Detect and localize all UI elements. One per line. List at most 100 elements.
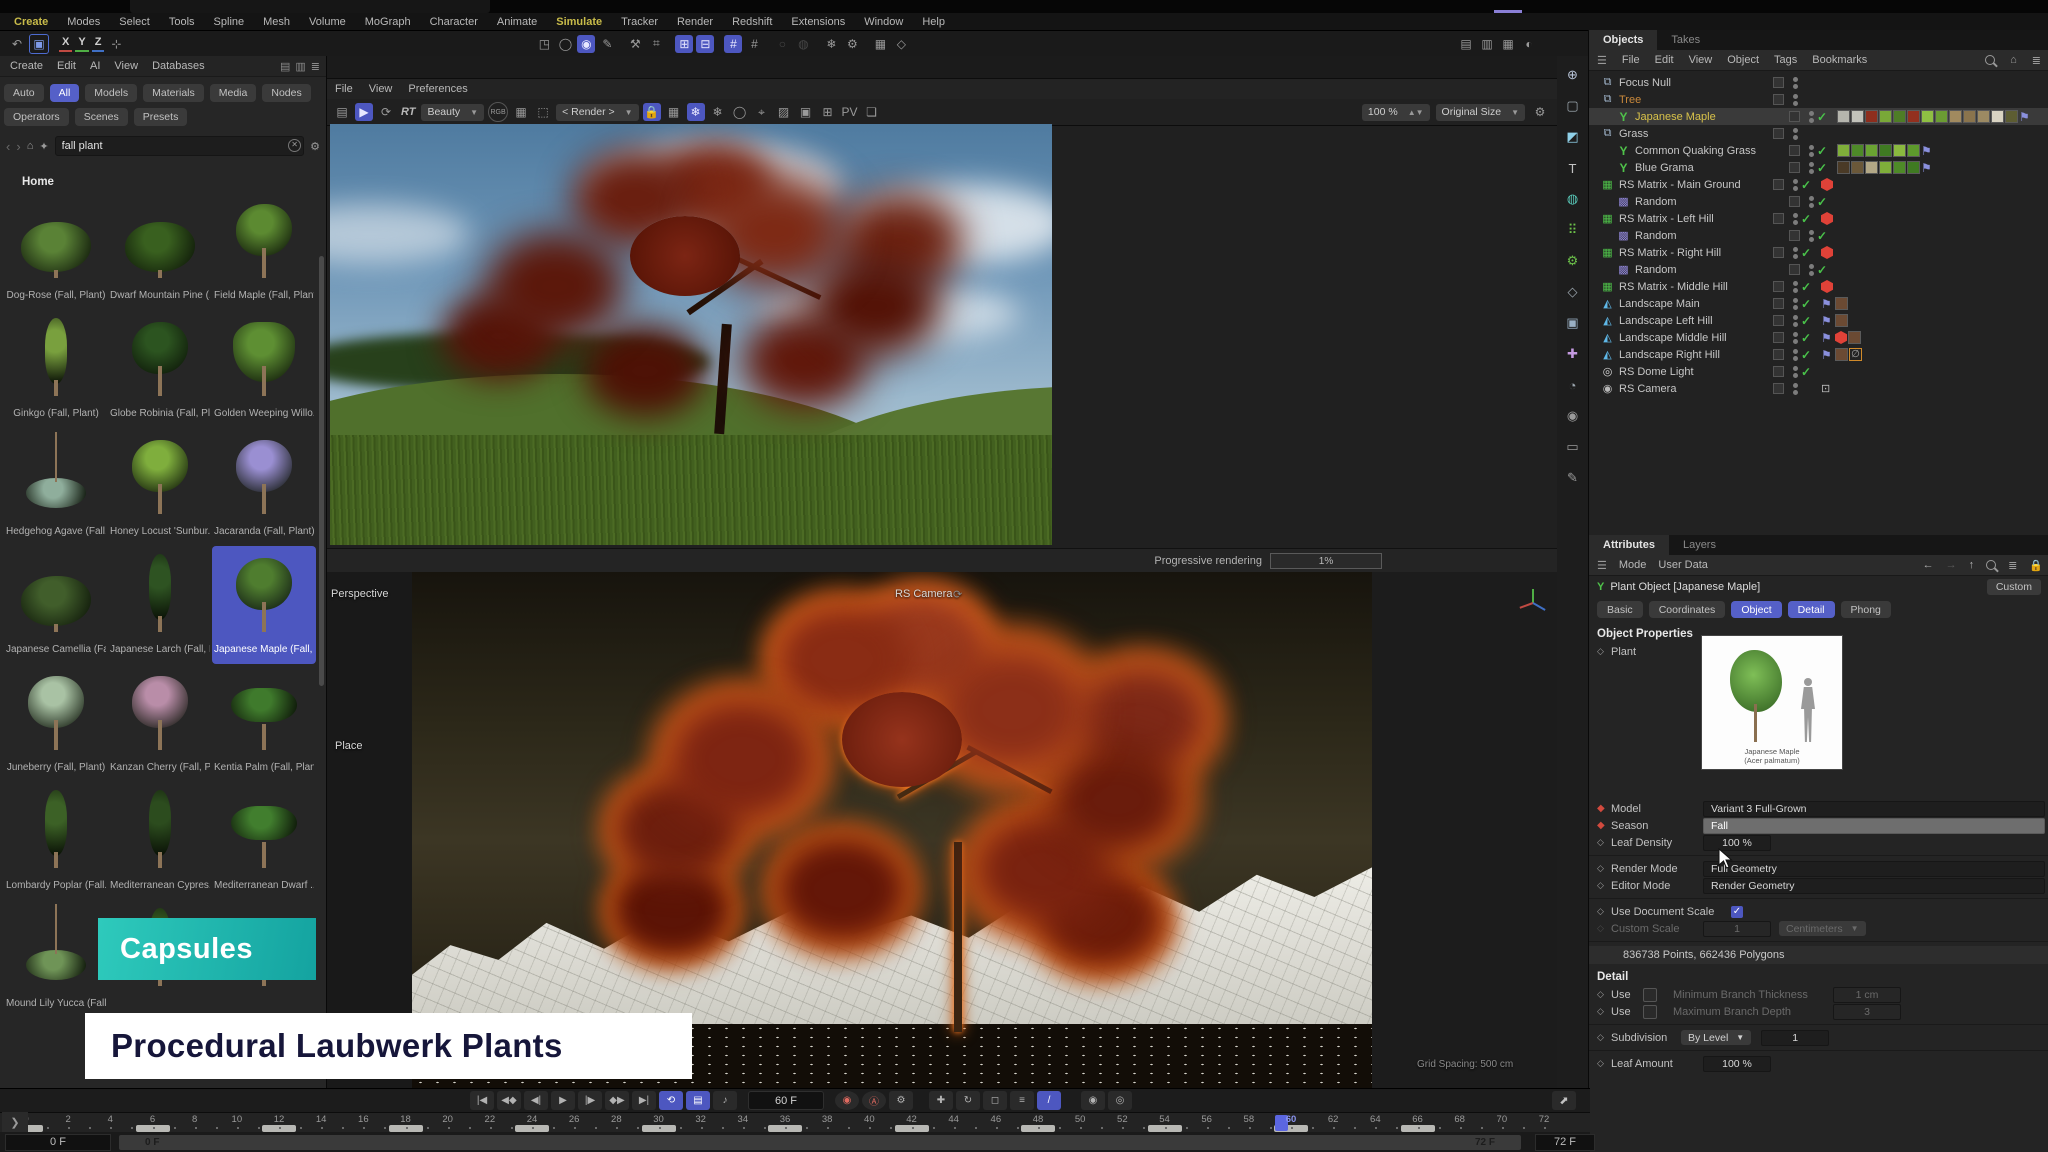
flag-tag[interactable]	[1821, 331, 1834, 344]
ruler-tick-label[interactable]: 34	[731, 1114, 755, 1125]
ruler-tick-label[interactable]: 24	[520, 1114, 544, 1125]
object-edit-toggle[interactable]	[1773, 315, 1789, 326]
min-branch-field[interactable]: 1 cm	[1833, 987, 1901, 1003]
play-render-icon[interactable]: ▶	[355, 103, 373, 121]
leaf-density-field[interactable]: 100 %	[1703, 835, 1771, 851]
asset-menu-item[interactable]: Databases	[152, 60, 205, 72]
prev-key-button[interactable]: ◀◆	[497, 1091, 521, 1110]
asset-item[interactable]: Lombardy Poplar (Fall...	[4, 782, 108, 900]
enable-check[interactable]: ✓	[1817, 110, 1837, 124]
ruler-tick-label[interactable]: 64	[1363, 1114, 1387, 1125]
ruler-tick-label[interactable]: 26	[562, 1114, 586, 1125]
swatch-tag[interactable]	[1879, 161, 1892, 174]
object-edit-toggle[interactable]	[1773, 247, 1789, 258]
swatch-tag[interactable]	[1991, 110, 2004, 123]
filter-chip[interactable]: Media	[210, 84, 257, 102]
max-branch-field[interactable]: 3	[1833, 1004, 1901, 1020]
redshift-tag[interactable]	[1821, 246, 1833, 259]
grid-view-icon[interactable]: ▤	[280, 60, 290, 73]
refresh-render-icon[interactable]: ⟳	[377, 103, 395, 121]
material-manager-icon[interactable]: ◐	[1520, 35, 1538, 53]
mode-menu[interactable]: Mode	[1619, 559, 1647, 571]
solo-off-icon[interactable]: ○	[773, 35, 791, 53]
ruler-tick-label[interactable]: 58	[1237, 1114, 1261, 1125]
browser-settings-icon[interactable]: ⚙	[310, 140, 320, 153]
asset-item[interactable]: Honey Locust 'Sunbur...	[108, 428, 212, 546]
visibility-dots[interactable]	[1789, 332, 1801, 344]
editor-mode-select[interactable]: Render Geometry	[1703, 878, 2045, 894]
enable-check[interactable]: ✓	[1817, 144, 1837, 158]
pen-tool-icon[interactable]: ✎	[1562, 467, 1584, 489]
key-position-button[interactable]: ✚	[929, 1091, 953, 1110]
ruler-tick-label[interactable]: 22	[478, 1114, 502, 1125]
visibility-dots[interactable]	[1805, 145, 1817, 157]
target-tag[interactable]	[1821, 382, 1834, 395]
visibility-dots[interactable]	[1789, 298, 1801, 310]
quantize-icon[interactable]: #	[745, 35, 763, 53]
filter-chip[interactable]: Models	[85, 84, 137, 102]
asset-item[interactable]: Dwarf Mountain Pine (...	[108, 192, 212, 310]
swatch-tag[interactable]	[2005, 110, 2018, 123]
object-row[interactable]: Common Quaking Grass ✓	[1589, 142, 2048, 159]
param-diamond-icon[interactable]: ◇	[1597, 646, 1611, 657]
ruler-tick-label[interactable]: 16	[351, 1114, 375, 1125]
om-menu-item[interactable]: Edit	[1655, 54, 1674, 66]
doc-range-button[interactable]: ▤	[686, 1091, 710, 1110]
ruler-tick-label[interactable]: 6	[141, 1114, 165, 1125]
tile-view-icon[interactable]: ▦	[665, 103, 683, 121]
object-edit-toggle[interactable]	[1773, 213, 1789, 224]
ruler-tick-label[interactable]: 38	[815, 1114, 839, 1125]
hamburger-icon[interactable]: ☰	[1597, 559, 1607, 572]
visibility-dots[interactable]	[1789, 77, 1801, 89]
render-menu-item[interactable]: Preferences	[408, 83, 467, 95]
focus-region-icon[interactable]: ⌖	[753, 103, 771, 121]
menu-item[interactable]: Tools	[169, 16, 195, 28]
object-edit-toggle[interactable]	[1789, 162, 1805, 173]
object-edit-toggle[interactable]	[1789, 264, 1805, 275]
enable-check[interactable]: ✓	[1817, 229, 1837, 243]
keyframe-diamond-icon[interactable]: ◆	[1597, 820, 1611, 831]
lock-view-icon[interactable]: 🔒	[643, 103, 661, 121]
om-menu-item[interactable]: Bookmarks	[1812, 54, 1867, 66]
ruler-tick-label[interactable]: 42	[900, 1114, 924, 1125]
asset-menu-item[interactable]: Edit	[57, 60, 76, 72]
flag-tag[interactable]	[2019, 110, 2032, 123]
scale-unit-select[interactable]: Centimeters▼	[1779, 921, 1866, 936]
visibility-dots[interactable]	[1805, 230, 1817, 242]
flag-tag[interactable]	[1821, 348, 1834, 361]
filter-chip[interactable]: Auto	[4, 84, 44, 102]
subdivision-field[interactable]: 1	[1761, 1030, 1829, 1046]
timeline-ruler[interactable]: 0246810121416182022242628303234363840424…	[0, 1112, 1590, 1133]
object-row[interactable]: Random ✓	[1589, 193, 2048, 210]
enable-check[interactable]: ✓	[1801, 246, 1821, 260]
enable-check[interactable]: ✓	[1801, 212, 1821, 226]
goto-start-button[interactable]: |◀	[470, 1091, 494, 1110]
enable-check[interactable]: ✓	[1801, 331, 1821, 345]
render-pass-select[interactable]: Beauty▼	[421, 104, 484, 121]
ruler-tick-label[interactable]: 66	[1406, 1114, 1430, 1125]
menu-item[interactable]: Window	[864, 16, 903, 28]
attribute-tab-chip[interactable]: Object	[1731, 601, 1781, 618]
up-icon[interactable]: ↑	[1969, 559, 1975, 571]
ruler-tick-label[interactable]: 8	[183, 1114, 207, 1125]
menu-item[interactable]: Help	[922, 16, 945, 28]
menu-item[interactable]: Render	[677, 16, 713, 28]
object-row[interactable]: RS Dome Light ✓	[1589, 363, 2048, 380]
render-menu-item[interactable]: View	[369, 83, 393, 95]
perspective-viewport[interactable]: Perspective RS Camera ⟳ Place Grid Spaci…	[327, 572, 1557, 1088]
rendered-image[interactable]	[330, 124, 1052, 545]
ruler-tick-label[interactable]: 70	[1490, 1114, 1514, 1125]
swatch-tag[interactable]	[1835, 348, 1848, 361]
object-edit-toggle[interactable]	[1773, 332, 1789, 343]
view-layout-icon[interactable]: ▦	[871, 35, 889, 53]
range-start-field[interactable]: 0 F	[5, 1134, 111, 1151]
object-edit-toggle[interactable]	[1789, 230, 1805, 241]
ruler-mode-icon[interactable]: ❯	[2, 1112, 28, 1132]
sound-button[interactable]: ♪	[713, 1091, 737, 1110]
menu-item[interactable]: Mesh	[263, 16, 290, 28]
enable-check[interactable]: ✓	[1801, 314, 1821, 328]
snapshot-icon[interactable]: ❄	[687, 103, 705, 121]
add-image-icon[interactable]: ⊞	[819, 103, 837, 121]
zoom-level-field[interactable]: 100 %▲▼	[1362, 104, 1430, 121]
object-row[interactable]: Landscape Left Hill ✓	[1589, 312, 2048, 329]
